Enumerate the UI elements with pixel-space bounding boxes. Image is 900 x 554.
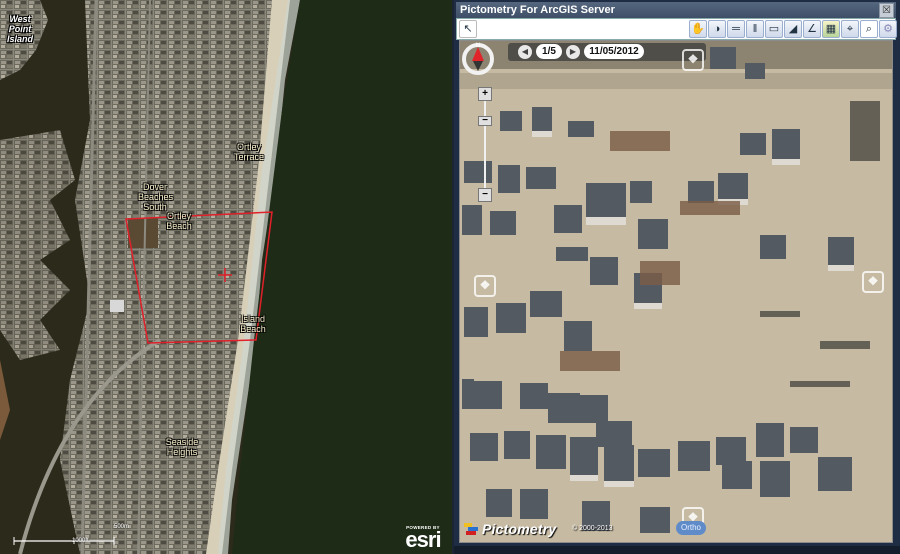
label-dover-beaches-south: Dover Beaches South [138, 182, 174, 212]
window-title: Pictometry For ArcGIS Server [460, 4, 615, 16]
window-bottom-edge [454, 546, 900, 554]
pictometry-brand: Pictometry [482, 521, 557, 537]
zoom-slider-track[interactable] [484, 91, 486, 195]
basemap-view[interactable]: West Point Island Ortley Terrace Dover B… [0, 0, 452, 554]
select-arrow-icon[interactable]: ↖ [459, 20, 477, 38]
next-image-button[interactable]: ▶ [566, 45, 580, 59]
window-titlebar[interactable]: Pictometry For ArcGIS Server ☒ [456, 2, 896, 18]
label-island-beach: Island Beach [240, 314, 266, 334]
pictometry-logo-icon [464, 523, 478, 535]
scale-label-metric: 500m [114, 524, 130, 530]
image-navigation-bar: ◀ 1/5 ▶ 11/05/2012 [508, 43, 706, 61]
globe-tool-button[interactable]: ◑ [708, 20, 726, 38]
ortho-view-button[interactable]: Ortho [676, 521, 706, 535]
label-ortley-beach: Ortley Beach [166, 211, 192, 231]
previous-image-button[interactable]: ◀ [518, 45, 532, 59]
pictometry-window: Pictometry For ArcGIS Server ☒ ↖ ✋ ◑ ═ ‖… [454, 0, 900, 554]
esri-logo: esri [405, 527, 441, 552]
label-ortley-terrace: Ortley Terrace [233, 142, 264, 162]
zoom-slider-handle[interactable]: − [478, 116, 492, 127]
measure-distance-button[interactable]: ═ [727, 20, 745, 38]
pan-tool-button[interactable]: ✋ [689, 20, 707, 38]
esri-attribution[interactable]: POWERED BY esri [400, 525, 446, 552]
zoom-to-point-button[interactable]: ⌖ [841, 20, 859, 38]
pan-east-arrow[interactable]: ❖ [862, 271, 884, 293]
scale-label-imperial: 1000ft [72, 538, 89, 544]
pan-north-arrow[interactable]: ❖ [682, 49, 704, 71]
close-button[interactable]: ☒ [879, 3, 894, 18]
satellite-imagery [0, 0, 452, 554]
compass-north-label: N [476, 43, 480, 49]
toolbar: ↖ ✋ ◑ ═ ‖ ▭ ◢ ∠ ▦ ⌖ ⌕ ⚙ [456, 18, 897, 40]
oblique-image-viewer[interactable]: N ◀ 1/5 ▶ 11/05/2012 + − − ❖ ❖ ❖ ❖ Picto… [459, 40, 893, 543]
settings-gear-icon[interactable]: ⚙ [879, 20, 897, 38]
image-date[interactable]: 11/05/2012 [584, 44, 644, 59]
zoom-button[interactable]: ⌕ [860, 20, 878, 38]
measure-area-button[interactable]: ▭ [765, 20, 783, 38]
scale-bar: 500m 1000ft [14, 524, 129, 544]
zoom-out-button[interactable]: − [478, 188, 492, 202]
image-index: 1/5 [536, 44, 562, 59]
measure-height-button[interactable]: ‖ [746, 20, 764, 38]
label-seaside-heights: Seaside Heights [165, 437, 199, 457]
pan-west-arrow[interactable]: ❖ [474, 275, 496, 297]
overlay-button[interactable]: ▦ [822, 20, 840, 38]
label-west-point-island: West Point Island [6, 14, 33, 44]
zoom-in-button[interactable]: + [478, 87, 492, 101]
copyright-text: © 2000-2013 [572, 525, 613, 532]
measure-elevation-button[interactable]: ◢ [784, 20, 802, 38]
compass-rose[interactable]: N [460, 41, 496, 77]
oblique-aerial-image [460, 41, 892, 542]
measure-bearing-button[interactable]: ∠ [803, 20, 821, 38]
